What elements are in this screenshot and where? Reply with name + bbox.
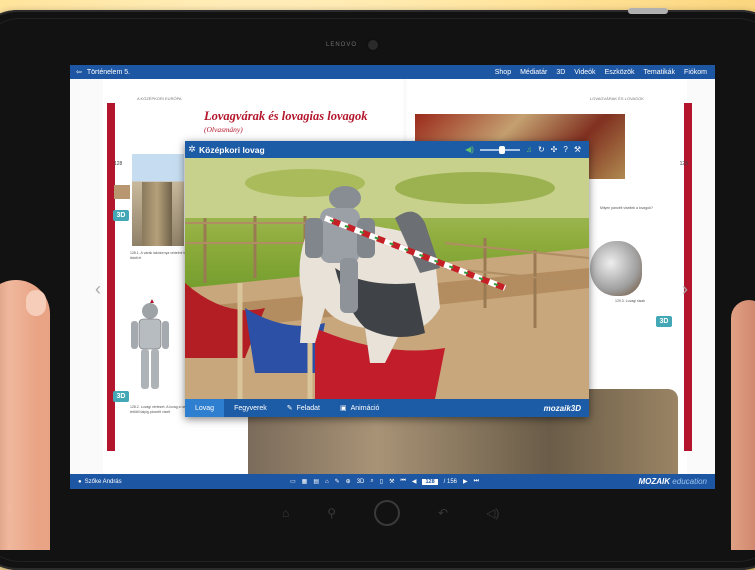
top-menu: Shop Médiatár 3D Videók Eszközök Tematik… bbox=[495, 69, 715, 76]
user-name: Szőke András bbox=[84, 478, 122, 485]
tab-weapons[interactable]: Fegyverek bbox=[224, 399, 277, 417]
brand-sub: education bbox=[672, 477, 707, 486]
menu-shop[interactable]: Shop bbox=[495, 69, 511, 76]
menu-media[interactable]: Médiatár bbox=[520, 69, 547, 76]
page-subtitle: (Olvasmány) bbox=[204, 125, 243, 134]
note-badge-icon[interactable] bbox=[114, 185, 130, 199]
prev-page-arrow-icon[interactable]: ‹ bbox=[95, 279, 101, 300]
animation-camera-icon: ▣ bbox=[340, 405, 347, 412]
grid-icon[interactable]: ▦ bbox=[302, 478, 308, 485]
screen-icon[interactable]: ▭ bbox=[290, 478, 296, 485]
move-icon[interactable]: ✣ bbox=[551, 145, 558, 154]
castle-tower-image bbox=[132, 154, 184, 246]
volume-slider[interactable] bbox=[479, 145, 520, 154]
app-bottombar: ● Szőke András ▭ ▦ ▤ ⌂ ✎ ⊕ 3D ⌕ ▯ ⚒ ⏮ ◀ … bbox=[70, 474, 715, 489]
app-topbar: ⇦ Történelem 5. Shop Médiatár 3D Videók … bbox=[70, 65, 715, 79]
caption-right-2: 129.3. Lovagi sisak bbox=[615, 299, 645, 303]
menu-tools[interactable]: Eszközök bbox=[605, 69, 635, 76]
app-title: Történelem 5. bbox=[86, 68, 131, 76]
right-hand bbox=[731, 300, 755, 550]
total-pages: / 156 bbox=[443, 478, 458, 485]
user-icon: ● bbox=[78, 478, 82, 485]
3d-badge-right[interactable]: 3D bbox=[656, 316, 672, 327]
page-title: Lovagvárak és lovagias lovagok bbox=[204, 109, 368, 123]
menu-account[interactable]: Fiókom bbox=[684, 69, 707, 76]
back-arrow-icon[interactable]: ↶ bbox=[438, 506, 448, 520]
first-page-icon[interactable]: ⏮ bbox=[400, 478, 405, 485]
device-brand: LENOVO bbox=[326, 42, 358, 48]
helmet-image bbox=[590, 241, 642, 296]
volume-hardware-icon[interactable]: ◁) bbox=[486, 506, 499, 520]
task-edit-icon: ✎ bbox=[286, 405, 293, 412]
3d-badge-left-top[interactable]: 3D bbox=[113, 210, 129, 221]
notes-icon[interactable]: ▯ bbox=[380, 478, 383, 485]
reset-rotation-icon[interactable]: ↻ bbox=[538, 145, 545, 154]
mozaik3d-logo: mozaik3D bbox=[543, 403, 581, 413]
knight-armor-image bbox=[131, 299, 169, 389]
page-number-right: 129 bbox=[679, 161, 688, 167]
front-camera bbox=[368, 40, 378, 50]
last-page-icon[interactable]: ⏭ bbox=[474, 478, 479, 485]
search-glass-icon[interactable]: ⚲ bbox=[327, 506, 336, 520]
music-note-icon[interactable]: ♫ bbox=[526, 145, 532, 154]
tab-task[interactable]: ✎ Feladat bbox=[277, 399, 330, 417]
prev-page-icon[interactable]: ◀ bbox=[412, 478, 417, 485]
modal-footer: Lovag Fegyverek ✎ Feladat ▣ Animáció moz… bbox=[185, 399, 589, 417]
exit-icon[interactable]: ⇦ bbox=[76, 68, 82, 76]
tablet-screen: ⇦ Történelem 5. Shop Médiatár 3D Videók … bbox=[70, 65, 715, 489]
knight-scene-graphic bbox=[185, 158, 589, 399]
pen-icon[interactable]: ✎ bbox=[335, 478, 340, 485]
tab-animation-label: Animáció bbox=[350, 404, 380, 412]
tab-knight-label: Lovag bbox=[195, 404, 215, 412]
zoom-icon[interactable]: ⊕ bbox=[346, 478, 351, 485]
right-running-header: LOVAGVÁRAK ÉS LOVAGOK bbox=[590, 96, 644, 101]
menu-topics[interactable]: Tematikák bbox=[644, 69, 676, 76]
home-icon[interactable]: ⌂ bbox=[282, 506, 289, 520]
tab-animation[interactable]: ▣ Animáció bbox=[330, 399, 389, 417]
menu-videos[interactable]: Videók bbox=[574, 69, 595, 76]
help-icon[interactable]: ? bbox=[563, 145, 567, 154]
tab-weapons-label: Fegyverek bbox=[234, 404, 267, 412]
left-running-header: A KÖZÉPKORI EURÓPA bbox=[137, 96, 182, 101]
page-number-left: 128 bbox=[114, 161, 123, 167]
volume-slider-knob[interactable] bbox=[498, 145, 505, 154]
tablet-nav-row: ⌂ ⚲ ↶ ◁) bbox=[282, 500, 499, 526]
3d-knight-scene[interactable] bbox=[185, 158, 589, 399]
3d-icon[interactable]: 3D bbox=[357, 479, 365, 485]
tools-icon[interactable]: ⚒ bbox=[389, 478, 394, 485]
tab-knight[interactable]: Lovag bbox=[185, 399, 225, 417]
home-button[interactable] bbox=[374, 500, 401, 526]
next-page-icon[interactable]: ▶ bbox=[463, 478, 468, 485]
current-page-field[interactable]: 128 bbox=[422, 478, 438, 485]
volume-icon[interactable]: ◀) bbox=[465, 145, 474, 154]
library-icon[interactable]: ⌂ bbox=[325, 479, 329, 485]
search-icon[interactable]: ⌕ bbox=[370, 478, 373, 485]
modal-title: Középkori lovag bbox=[199, 144, 265, 155]
menu-3d[interactable]: 3D bbox=[556, 69, 565, 76]
wrench-icon[interactable]: ⚒ bbox=[574, 145, 581, 154]
modal-header: ✲ Középkori lovag ◀) ♫ ↻ ✣ ? ⚒ bbox=[185, 141, 589, 158]
knight-3d-modal: ✲ Középkori lovag ◀) ♫ ↻ ✣ ? ⚒ Lovag Feg… bbox=[185, 141, 589, 417]
tab-task-label: Feladat bbox=[296, 404, 320, 412]
bottom-toolbar: ▭ ▦ ▤ ⌂ ✎ ⊕ 3D ⌕ ▯ ⚒ ⏮ ◀ 128 / 156 ▶ ⏭ bbox=[290, 478, 479, 485]
next-page-arrow-icon[interactable]: › bbox=[682, 279, 688, 300]
bookmark-icon[interactable]: ▤ bbox=[313, 478, 319, 485]
camera-bar bbox=[628, 8, 668, 14]
right-page-margin-bar bbox=[684, 103, 692, 451]
settings-gear-icon[interactable]: ✲ bbox=[185, 144, 199, 155]
mozaik-education-logo: MOZAIK education bbox=[639, 477, 716, 486]
caption-right-1: Milyen páncélt viseltek a lovagok? bbox=[600, 206, 653, 210]
brand-main: MOZAIK bbox=[638, 477, 671, 486]
left-hand bbox=[0, 280, 50, 550]
